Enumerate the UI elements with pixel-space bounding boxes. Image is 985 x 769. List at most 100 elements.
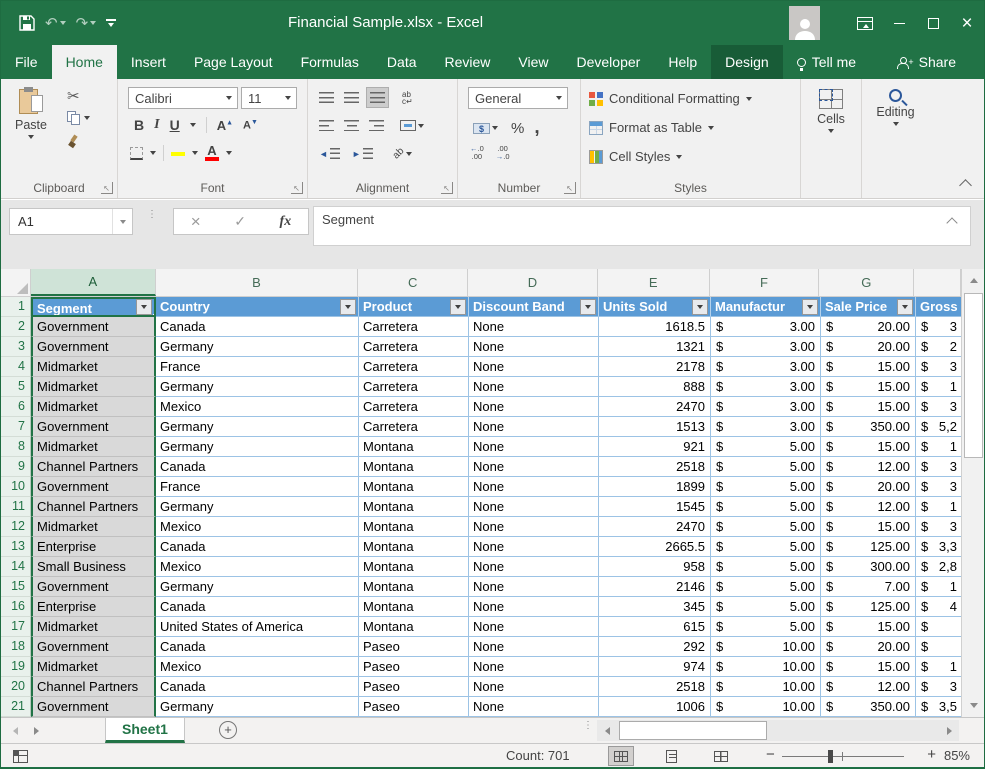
cell-sale-price[interactable]: $300.00: [821, 557, 916, 577]
cell-sale-price[interactable]: $20.00: [821, 637, 916, 657]
cell-sale-price[interactable]: $15.00: [821, 397, 916, 417]
undo-dropdown-icon[interactable]: [60, 21, 66, 25]
row-header-18[interactable]: 18: [1, 637, 31, 657]
cell-gross-sales-clipped[interactable]: $3,5: [916, 697, 961, 717]
new-sheet-button[interactable]: +: [219, 721, 237, 739]
tab-file[interactable]: File: [1, 45, 52, 79]
column-header-G[interactable]: G: [819, 269, 914, 296]
zoom-slider[interactable]: − +: [766, 748, 936, 764]
column-header-A[interactable]: A: [31, 269, 156, 296]
font-color-button[interactable]: A: [205, 145, 219, 161]
cell-discount-band[interactable]: None: [469, 457, 599, 477]
save-icon[interactable]: [19, 15, 35, 31]
cell-manufacturing-price[interactable]: $5.00: [711, 597, 821, 617]
row-header-20[interactable]: 20: [1, 677, 31, 697]
header-cell-discount-band[interactable]: Discount Band: [469, 297, 599, 317]
cell-units-sold[interactable]: 1618.5: [599, 317, 711, 337]
cell-product[interactable]: Montana: [359, 557, 469, 577]
cell-manufacturing-price[interactable]: $5.00: [711, 437, 821, 457]
column-header-F[interactable]: F: [710, 269, 820, 296]
vertical-scrollbar[interactable]: [961, 269, 984, 717]
cell-units-sold[interactable]: 2178: [599, 357, 711, 377]
cell-product[interactable]: Paseo: [359, 677, 469, 697]
cell-sale-price[interactable]: $125.00: [821, 597, 916, 617]
cell-product[interactable]: Montana: [359, 477, 469, 497]
decrease-font-size-button[interactable]: A▼: [243, 119, 258, 132]
borders-icon[interactable]: [130, 147, 143, 160]
decrease-indent-button[interactable]: ◄: [316, 143, 343, 164]
merge-center-button[interactable]: [397, 115, 427, 136]
scroll-left-button[interactable]: [597, 720, 617, 741]
cell-product[interactable]: Montana: [359, 457, 469, 477]
cell-manufacturing-price[interactable]: $5.00: [711, 457, 821, 477]
cell-gross-sales-clipped[interactable]: $: [916, 617, 961, 637]
cell-product[interactable]: Montana: [359, 537, 469, 557]
cell-segment[interactable]: Government: [31, 417, 156, 437]
cell-segment[interactable]: Government: [31, 577, 156, 597]
normal-view-button[interactable]: [608, 746, 634, 766]
scroll-right-button[interactable]: [939, 720, 959, 741]
cell-product[interactable]: Montana: [359, 597, 469, 617]
cell-segment[interactable]: Enterprise: [31, 597, 156, 617]
vertical-scrollbar-thumb[interactable]: [964, 293, 983, 458]
row-header-12[interactable]: 12: [1, 517, 31, 537]
insert-function-button[interactable]: fx: [280, 214, 292, 230]
cell-sale-price[interactable]: $350.00: [821, 697, 916, 717]
cell-product[interactable]: Paseo: [359, 697, 469, 717]
cell-product[interactable]: Paseo: [359, 637, 469, 657]
formula-bar-input[interactable]: Segment: [313, 206, 971, 246]
header-cell-product[interactable]: Product: [359, 297, 469, 317]
cell-product[interactable]: Carretera: [359, 397, 469, 417]
cell-product[interactable]: Carretera: [359, 377, 469, 397]
header-cell-manufactur[interactable]: Manufactur: [711, 297, 821, 317]
cell-segment[interactable]: Small Business: [31, 557, 156, 577]
cell-manufacturing-price[interactable]: $10.00: [711, 697, 821, 717]
format-as-table-button[interactable]: Format as Table: [581, 113, 800, 142]
tab-design[interactable]: Design: [711, 45, 783, 79]
cell-units-sold[interactable]: 2518: [599, 457, 711, 477]
cell-country[interactable]: Germany: [156, 417, 359, 437]
cell-units-sold[interactable]: 2146: [599, 577, 711, 597]
cell-manufacturing-price[interactable]: $3.00: [711, 417, 821, 437]
cell-manufacturing-price[interactable]: $5.00: [711, 537, 821, 557]
cell-sale-price[interactable]: $20.00: [821, 337, 916, 357]
tab-tell-me[interactable]: Tell me: [783, 45, 870, 79]
cell-country[interactable]: Canada: [156, 637, 359, 657]
row-header-8[interactable]: 8: [1, 437, 31, 457]
row-header-7[interactable]: 7: [1, 417, 31, 437]
cell-sale-price[interactable]: $15.00: [821, 517, 916, 537]
increase-font-size-button[interactable]: A▲: [217, 118, 233, 133]
filter-dropdown-button[interactable]: [450, 299, 466, 315]
cell-country[interactable]: Canada: [156, 597, 359, 617]
filter-dropdown-button[interactable]: [692, 299, 708, 315]
cell-segment[interactable]: Midmarket: [31, 357, 156, 377]
cell-product[interactable]: Montana: [359, 437, 469, 457]
cell-discount-band[interactable]: None: [469, 637, 599, 657]
cell-manufacturing-price[interactable]: $5.00: [711, 557, 821, 577]
cell-manufacturing-price[interactable]: $5.00: [711, 497, 821, 517]
cell-product[interactable]: Carretera: [359, 337, 469, 357]
orientation-button[interactable]: ab: [390, 143, 415, 164]
increase-decimal-button[interactable]: ←.0.00: [470, 145, 484, 161]
next-sheet-button[interactable]: [34, 727, 39, 735]
row-header-17[interactable]: 17: [1, 617, 31, 637]
row-header-13[interactable]: 13: [1, 537, 31, 557]
cell-manufacturing-price[interactable]: $10.00: [711, 657, 821, 677]
cell-discount-band[interactable]: None: [469, 677, 599, 697]
cell-discount-band[interactable]: None: [469, 337, 599, 357]
cell-country[interactable]: Canada: [156, 677, 359, 697]
redo-dropdown-icon[interactable]: [90, 21, 96, 25]
formula-bar-resize-handle[interactable]: ⋮: [147, 212, 151, 230]
scroll-up-button[interactable]: [963, 270, 984, 291]
cell-manufacturing-price[interactable]: $10.00: [711, 677, 821, 697]
header-cell-gross[interactable]: Gross: [916, 297, 961, 317]
cell-segment[interactable]: Enterprise: [31, 537, 156, 557]
cancel-button[interactable]: ×: [191, 212, 201, 232]
tab-scrollbar-splitter[interactable]: ⋮: [583, 723, 593, 728]
number-format-combo[interactable]: General: [468, 87, 568, 109]
font-size-combo[interactable]: 11: [241, 87, 297, 109]
tab-page-layout[interactable]: Page Layout: [180, 45, 287, 79]
column-header-clipped[interactable]: [914, 269, 961, 296]
cell-gross-sales-clipped[interactable]: $1: [916, 377, 961, 397]
paste-dropdown-icon[interactable]: [28, 135, 34, 139]
